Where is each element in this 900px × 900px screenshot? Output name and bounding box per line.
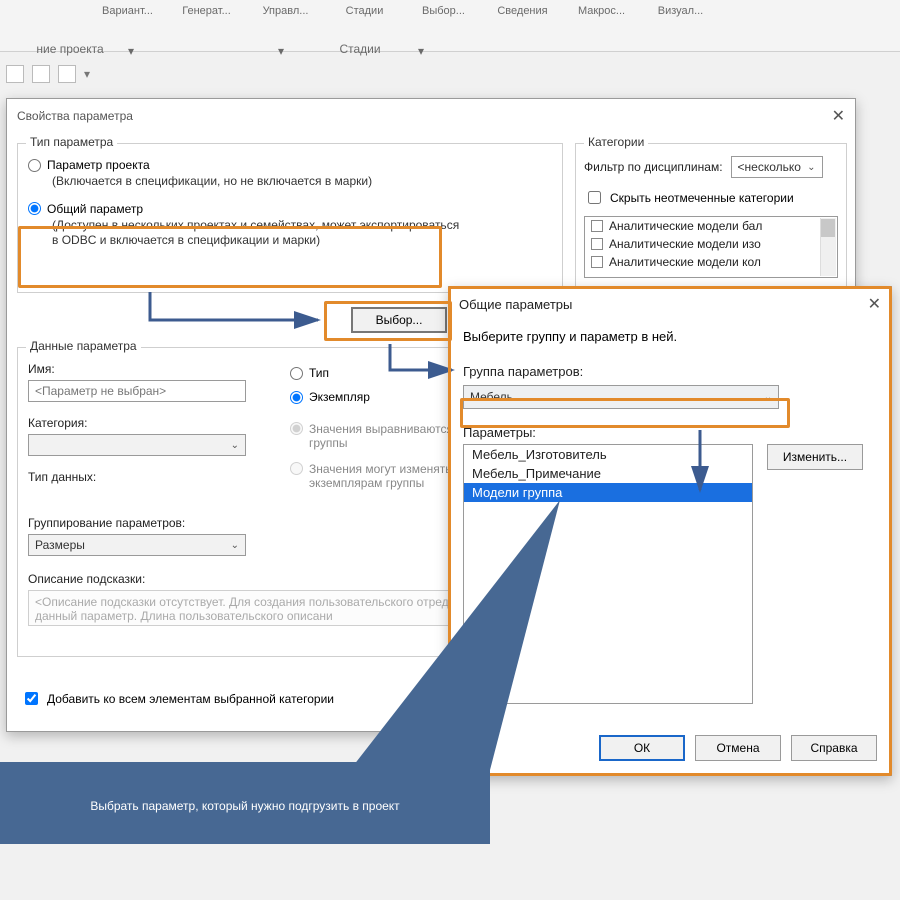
ribbon-button[interactable]: Генерат... [169, 2, 244, 42]
param-group-combo[interactable]: Мебель ⌄ [463, 385, 779, 409]
checkbox-icon[interactable] [591, 220, 603, 232]
callout-text: Выбрать параметр, который нужно подгрузи… [90, 799, 399, 813]
chevron-down-icon: ⌄ [231, 440, 239, 451]
checkbox-input[interactable] [25, 692, 38, 705]
grouping-combo[interactable]: Размеры ⌄ [28, 534, 246, 556]
ribbon-panel-label: Стадии▾ [290, 40, 430, 64]
radio-shared-param[interactable]: Общий параметр [28, 202, 552, 216]
toolbar-icon[interactable] [32, 65, 50, 83]
ribbon-button[interactable]: Визуал... [643, 2, 718, 42]
param-group-label: Группа параметров: [463, 364, 877, 379]
checkbox-label: Добавить ко всем элементам выбранной кат… [47, 692, 334, 706]
chevron-down-icon[interactable]: ▾ [418, 44, 424, 58]
radio-label: Тип [309, 366, 329, 380]
category-label: Аналитические модели бал [609, 219, 762, 233]
radio-project-param[interactable]: Параметр проекта [28, 158, 552, 172]
category-label: Аналитические модели кол [609, 255, 761, 269]
toolbar-icon[interactable] [6, 65, 24, 83]
checkbox-input[interactable] [588, 191, 601, 204]
radio-input [290, 422, 303, 435]
placeholder-text: <Описание подсказки отсутствует. Для соз… [35, 595, 504, 623]
ribbon-button[interactable]: Вариант... [90, 2, 165, 42]
checkbox-icon[interactable] [591, 256, 603, 268]
button-label: Справка [810, 741, 857, 755]
button-label: Отмена [716, 741, 759, 755]
name-input[interactable]: <Параметр не выбран> [28, 380, 246, 402]
parameter-item[interactable]: Мебель_Примечание [464, 464, 752, 483]
quick-toolbar: ▾ [0, 60, 150, 88]
groupbox-label: Тип параметра [26, 135, 117, 149]
parameter-item[interactable]: Мебель_Изготовитель [464, 445, 752, 464]
radio-input[interactable] [290, 391, 303, 404]
titlebar: Свойства параметра ✕ [7, 99, 855, 133]
group-param-type: Тип параметра Параметр проекта (Включает… [17, 143, 563, 293]
scrollbar[interactable] [820, 218, 836, 276]
scroll-thumb[interactable] [821, 219, 835, 237]
params-label: Параметры: [463, 425, 877, 440]
choose-button[interactable]: Выбор... [351, 307, 447, 333]
dialog-title: Свойства параметра [17, 109, 133, 123]
instruction-text: Выберите группу и параметр в ней. [463, 329, 877, 344]
parameter-list[interactable]: Мебель_Изготовитель Мебель_Примечание Мо… [463, 444, 753, 704]
combo-value: <несколько [738, 160, 801, 174]
parameter-item-selected[interactable]: Модели группа [464, 483, 752, 502]
chevron-down-icon[interactable]: ▾ [128, 44, 134, 58]
radio-input[interactable] [28, 159, 41, 172]
placeholder-text: <Параметр не выбран> [35, 384, 166, 398]
ribbon-button[interactable]: Выбор... [406, 2, 481, 42]
ribbon-button[interactable]: Управл... [248, 2, 323, 42]
groupbox-label: Категории [584, 135, 648, 149]
cancel-button[interactable]: Отмена [695, 735, 781, 761]
ribbon-button[interactable]: Макрос... [564, 2, 639, 42]
button-label: Изменить... [783, 450, 847, 464]
callout-box: Выбрать параметр, который нужно подгрузи… [0, 762, 490, 844]
ribbon-panel-label: ▾ [140, 40, 290, 64]
ok-button[interactable]: ОК [599, 735, 685, 761]
checkbox-icon[interactable] [591, 238, 603, 250]
category-label: Аналитические модели изо [609, 237, 761, 251]
button-label: ОК [634, 741, 650, 755]
checkbox-label: Скрыть неотмеченные категории [610, 191, 794, 205]
filter-label: Фильтр по дисциплинам: [584, 160, 723, 174]
checkbox-add-all[interactable]: Добавить ко всем элементам выбранной кат… [21, 689, 334, 708]
filter-combo[interactable]: <несколько ⌄ [731, 156, 823, 178]
ribbon-button[interactable]: Сведения [485, 2, 560, 42]
close-icon[interactable]: ✕ [832, 106, 845, 126]
group-categories: Категории Фильтр по дисциплинам: <нескол… [575, 143, 847, 303]
button-label: Выбор... [376, 313, 423, 327]
radio-label: Параметр проекта [47, 158, 150, 172]
chevron-down-icon[interactable]: ▾ [278, 44, 284, 58]
radio-input [290, 462, 303, 475]
category-list[interactable]: Аналитические модели бал Аналитические м… [584, 216, 838, 278]
hint-text: (Включается в спецификации, но не включа… [52, 174, 552, 190]
chevron-down-icon: ⌄ [807, 162, 815, 173]
combo-value: Размеры [35, 538, 85, 552]
groupbox-label: Данные параметра [26, 339, 141, 353]
close-icon[interactable]: ✕ [868, 294, 881, 314]
chevron-down-icon[interactable]: ▾ [84, 67, 90, 81]
radio-input[interactable] [290, 367, 303, 380]
checkbox-hide-unchecked[interactable]: Скрыть неотмеченные категории [584, 188, 838, 207]
dialog-shared-parameters: Общие параметры ✕ Выберите группу и пара… [448, 286, 892, 776]
combo-value: Мебель [470, 390, 513, 404]
category-item[interactable]: Аналитические модели изо [585, 235, 837, 253]
radio-input[interactable] [28, 202, 41, 215]
hint-text: (Доступен в нескольких проектах и семейс… [52, 218, 462, 249]
chevron-down-icon: ⌄ [231, 540, 239, 551]
category-combo[interactable]: ⌄ [28, 434, 246, 456]
category-item[interactable]: Аналитические модели бал [585, 217, 837, 235]
help-button[interactable]: Справка [791, 735, 877, 761]
dialog-title: Общие параметры [459, 297, 572, 312]
toolbar-icon[interactable] [58, 65, 76, 83]
chevron-down-icon: ⌄ [764, 392, 772, 403]
titlebar: Общие параметры ✕ [449, 287, 891, 321]
radio-label: Экземпляр [309, 390, 370, 404]
category-item[interactable]: Аналитические модели кол [585, 253, 837, 271]
ribbon-button[interactable]: Стадии [327, 2, 402, 42]
radio-label: Общий параметр [47, 202, 143, 216]
edit-button[interactable]: Изменить... [767, 444, 863, 470]
